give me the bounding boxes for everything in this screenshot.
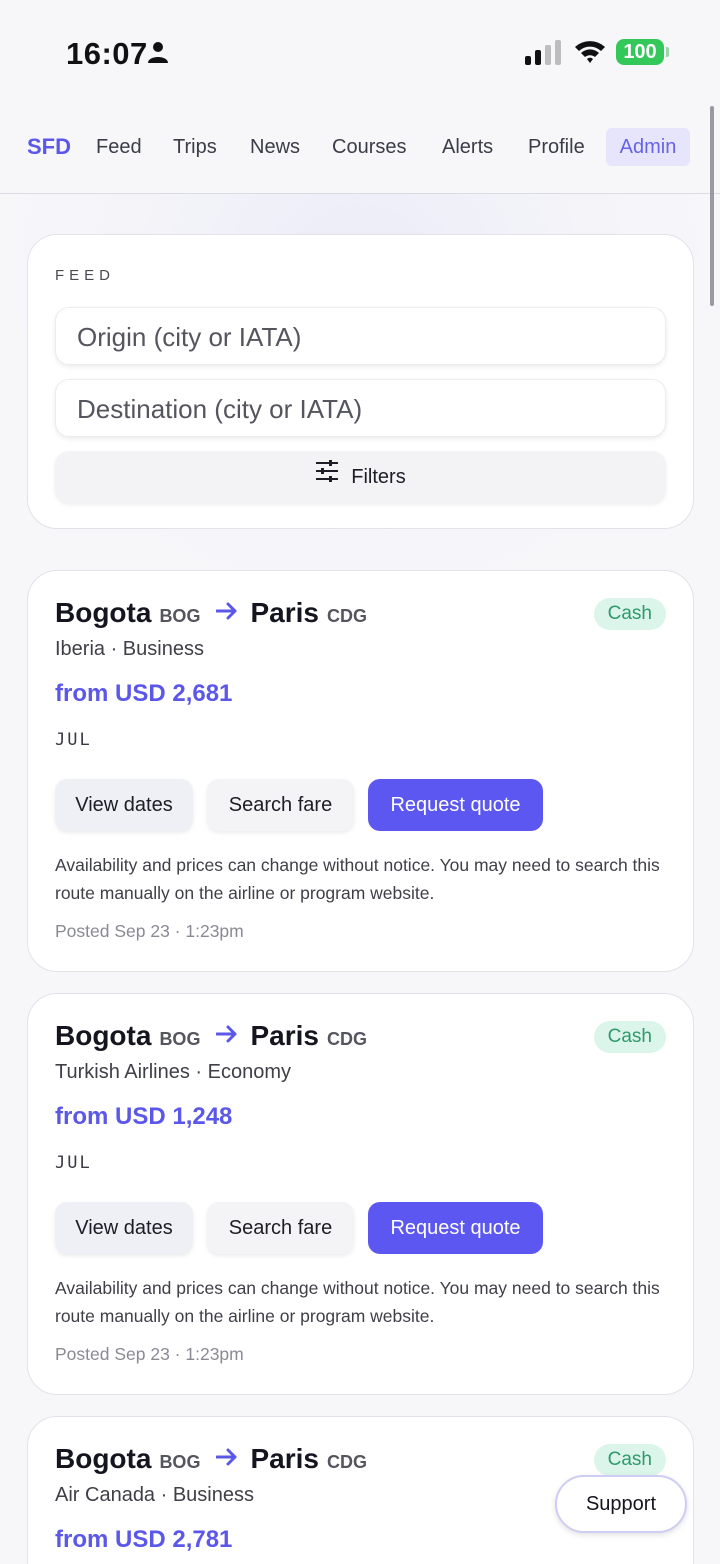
travel-month: JUL: [55, 730, 92, 750]
travel-month: JUL: [55, 1153, 92, 1173]
posted-timestamp: Posted Sep 23 · 1:23pm: [55, 921, 244, 941]
wifi-icon: [573, 38, 607, 69]
availability-note: Availability and prices can change witho…: [55, 855, 660, 903]
nav-item-courses[interactable]: Courses: [332, 136, 406, 159]
brand-logo[interactable]: SFD: [27, 134, 71, 160]
destination-city: Paris: [250, 597, 319, 628]
feed-search-card: FEED Origin (city or IATA) Destination (…: [27, 234, 694, 529]
view-dates-button[interactable]: View dates: [55, 1202, 193, 1254]
status-time: 16:07: [66, 36, 148, 71]
destination-code: CDG: [326, 606, 367, 626]
request-quote-button[interactable]: Request quote: [368, 1202, 543, 1254]
price: from USD 1,248: [55, 1103, 233, 1130]
route: Bogota BOG Paris CDG: [55, 1020, 367, 1060]
sliders-icon: [315, 450, 339, 502]
nav-item-alerts[interactable]: Alerts: [442, 136, 493, 159]
arrow-right-icon: [215, 1448, 238, 1471]
support-button[interactable]: Support: [555, 1475, 687, 1533]
cash-badge: Cash: [593, 598, 666, 630]
arrow-right-icon: [215, 602, 238, 625]
airline-class: Air Canada · Business: [55, 1484, 254, 1506]
listing-card: Bogota BOG Paris CDG Cash Turkish Airlines …: [27, 993, 694, 1395]
origin-city: Bogota: [55, 1443, 152, 1474]
nav-item-trips[interactable]: Trips: [173, 136, 217, 159]
status-bar: 16:07 100: [0, 0, 720, 100]
filters-button[interactable]: Filters: [55, 451, 666, 503]
posted-timestamp: Posted Sep 23 · 1:23pm: [55, 1344, 244, 1364]
filters-label: Filters: [351, 466, 406, 488]
search-fare-button[interactable]: Search fare: [207, 779, 354, 831]
airline-class: Turkish Airlines · Economy: [55, 1061, 291, 1083]
origin-input[interactable]: Origin (city or IATA): [55, 307, 666, 365]
arrow-right-icon: [215, 1025, 238, 1048]
nav-item-admin[interactable]: Admin: [606, 128, 690, 166]
request-quote-button[interactable]: Request quote: [368, 779, 543, 831]
destination-code: CDG: [326, 1452, 367, 1472]
search-fare-button[interactable]: Search fare: [207, 1202, 354, 1254]
battery-icon: 100: [616, 39, 664, 65]
nav-item-feed[interactable]: Feed: [96, 136, 142, 159]
cash-badge: Cash: [593, 1444, 666, 1476]
signal-icon: [525, 40, 563, 71]
origin-code: BOG: [159, 1452, 201, 1472]
destination-code: CDG: [326, 1029, 367, 1049]
person-icon: [146, 40, 170, 69]
origin-code: BOG: [159, 606, 201, 626]
nav-item-news[interactable]: News: [250, 136, 300, 159]
origin-city: Bogota: [55, 597, 152, 628]
feed-section-label: FEED: [55, 267, 116, 284]
route: Bogota BOG Paris CDG: [55, 1443, 367, 1483]
view-dates-button[interactable]: View dates: [55, 779, 193, 831]
destination-city: Paris: [250, 1443, 319, 1474]
cash-badge: Cash: [593, 1021, 666, 1053]
listing-card: Bogota BOG Paris CDG Cash Iberia · Business…: [27, 570, 694, 972]
battery-cap: [666, 47, 669, 57]
destination-input[interactable]: Destination (city or IATA): [55, 379, 666, 437]
price: from USD 2,681: [55, 680, 233, 707]
destination-city: Paris: [250, 1020, 319, 1051]
origin-city: Bogota: [55, 1020, 152, 1051]
route: Bogota BOG Paris CDG: [55, 597, 367, 637]
scrollbar[interactable]: [710, 106, 714, 306]
top-nav: SFD Feed Trips News Courses Alerts Profi…: [0, 100, 720, 194]
price: from USD 2,781: [55, 1526, 233, 1553]
nav-item-profile[interactable]: Profile: [528, 136, 585, 159]
availability-note: Availability and prices can change witho…: [55, 1278, 660, 1326]
origin-code: BOG: [159, 1029, 201, 1049]
airline-class: Iberia · Business: [55, 638, 204, 660]
